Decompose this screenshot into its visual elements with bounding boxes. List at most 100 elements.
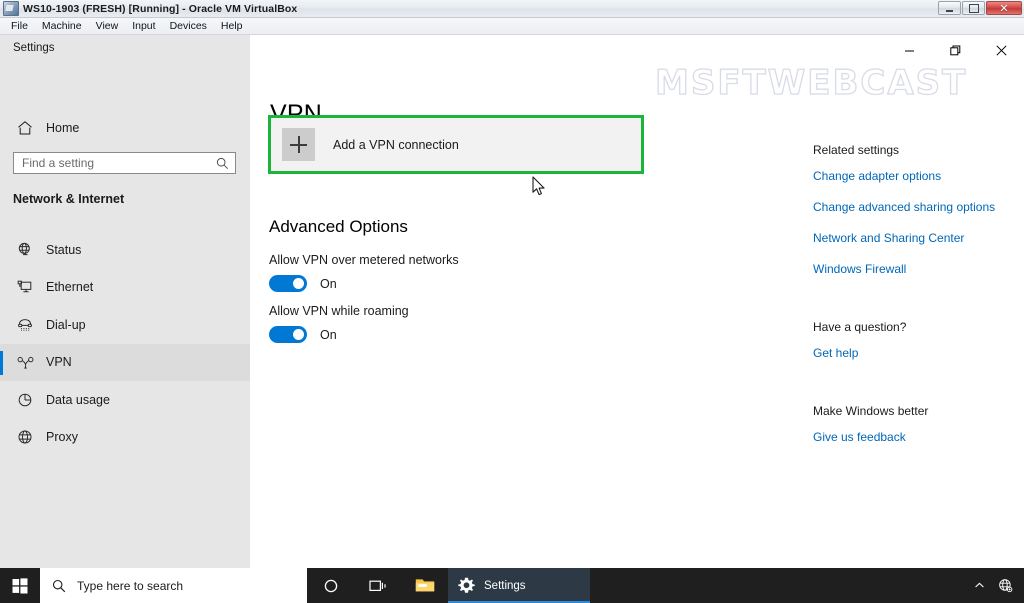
add-vpn-connection-button[interactable]: Add a VPN connection bbox=[271, 118, 641, 171]
settings-app-window: Settings Home Find a setting Network & I… bbox=[0, 35, 1024, 568]
make-windows-better-heading: Make Windows better bbox=[813, 404, 929, 418]
guest-desktop: Settings Home Find a setting Network & I… bbox=[0, 35, 1024, 603]
sidebar-item-vpn-label: VPN bbox=[46, 355, 72, 370]
sidebar-item-data-usage-label: Data usage bbox=[46, 392, 110, 407]
restore-icon bbox=[949, 45, 960, 55]
vbox-menu-input[interactable]: Input bbox=[125, 19, 162, 33]
dialup-phone-icon bbox=[14, 317, 36, 333]
toggle-group-metered: Allow VPN over metered networks On bbox=[269, 253, 459, 292]
start-button[interactable] bbox=[0, 568, 40, 603]
related-settings-column: Related settings Change adapter options … bbox=[813, 143, 1013, 461]
settings-minimize-button[interactable] bbox=[886, 35, 932, 65]
vbox-maximize-button[interactable] bbox=[962, 1, 985, 15]
toggle-knob bbox=[293, 329, 304, 340]
vbox-minimize-button[interactable] bbox=[938, 1, 961, 15]
maximize-icon bbox=[968, 3, 979, 13]
virtualbox-window: WS10-1903 (FRESH) [Running] - Oracle VM … bbox=[0, 0, 1024, 603]
vbox-menu-file[interactable]: File bbox=[4, 19, 35, 33]
vbox-menu-devices[interactable]: Devices bbox=[163, 19, 214, 33]
sidebar-nav-list: Status Ethernet Dial-up VPN Data usage P… bbox=[0, 231, 250, 456]
search-icon bbox=[216, 157, 229, 170]
sidebar-item-ethernet-label: Ethernet bbox=[46, 280, 94, 295]
link-change-advanced-sharing[interactable]: Change advanced sharing options bbox=[813, 200, 1013, 214]
link-give-us-feedback[interactable]: Give us feedback bbox=[813, 430, 1013, 444]
vbox-close-button[interactable]: ✕ bbox=[986, 1, 1022, 15]
toggle-label-roaming: Allow VPN while roaming bbox=[269, 304, 409, 318]
cortana-circle-icon bbox=[324, 579, 337, 592]
taskbar-search-box[interactable]: Type here to search bbox=[40, 568, 307, 603]
watermark-text: MSFTWEBCAST bbox=[654, 62, 968, 103]
add-vpn-connection-label: Add a VPN connection bbox=[333, 137, 459, 152]
link-windows-firewall[interactable]: Windows Firewall bbox=[813, 262, 1013, 276]
search-icon bbox=[52, 579, 66, 593]
settings-nav-header: Settings bbox=[13, 42, 55, 54]
toggle-vpn-roaming[interactable] bbox=[269, 326, 307, 343]
task-view-icon bbox=[368, 580, 386, 591]
ethernet-icon bbox=[14, 279, 36, 295]
virtualbox-icon bbox=[3, 1, 19, 16]
advanced-options-heading: Advanced Options bbox=[269, 217, 408, 236]
sidebar-item-dial-up-label: Dial-up bbox=[46, 317, 86, 332]
toggle-row-metered: On bbox=[269, 275, 459, 292]
windows-start-icon bbox=[12, 577, 28, 593]
toggle-state-metered: On bbox=[320, 276, 337, 291]
file-explorer-button[interactable] bbox=[401, 568, 448, 603]
network-status-button[interactable] bbox=[992, 568, 1018, 603]
nav-section-title: Network & Internet bbox=[13, 192, 125, 206]
toggle-group-roaming: Allow VPN while roaming On bbox=[269, 304, 409, 343]
link-get-help[interactable]: Get help bbox=[813, 346, 1013, 360]
search-box[interactable] bbox=[13, 152, 236, 174]
status-globe-icon bbox=[14, 242, 36, 258]
toggle-state-roaming: On bbox=[320, 327, 337, 342]
link-change-adapter-options[interactable]: Change adapter options bbox=[813, 169, 1013, 183]
settings-nav-pane: Settings Home Find a setting Network & I… bbox=[0, 35, 250, 568]
taskbar-item-settings[interactable]: Settings bbox=[448, 568, 590, 603]
system-tray bbox=[966, 568, 1024, 603]
vbox-titlebar: WS10-1903 (FRESH) [Running] - Oracle VM … bbox=[0, 0, 1024, 18]
settings-window-controls bbox=[886, 35, 1024, 67]
sidebar-item-ethernet[interactable]: Ethernet bbox=[0, 269, 250, 307]
task-view-button[interactable] bbox=[354, 568, 401, 603]
close-icon: ✕ bbox=[999, 1, 1009, 15]
sidebar-item-status[interactable]: Status bbox=[0, 231, 250, 269]
settings-content-pane: MSFTWEBCAST VPN Add a VPN connection Adv… bbox=[250, 35, 1024, 568]
pie-chart-icon bbox=[14, 392, 36, 408]
minimize-icon bbox=[946, 9, 953, 12]
settings-close-button[interactable] bbox=[978, 35, 1024, 65]
vbox-window-title: WS10-1903 (FRESH) [Running] - Oracle VM … bbox=[23, 2, 298, 15]
toggle-metered-networks[interactable] bbox=[269, 275, 307, 292]
vbox-menu-help[interactable]: Help bbox=[214, 19, 250, 33]
sidebar-item-status-label: Status bbox=[46, 242, 82, 257]
search-input[interactable] bbox=[14, 154, 212, 172]
minimize-icon bbox=[904, 50, 914, 51]
windows-taskbar: Type here to search Settings bbox=[0, 568, 1024, 603]
plus-icon bbox=[282, 128, 315, 161]
taskbar-item-settings-label: Settings bbox=[484, 579, 526, 592]
globe-icon bbox=[14, 429, 36, 445]
file-explorer-icon bbox=[415, 579, 434, 592]
vpn-icon bbox=[14, 355, 36, 370]
related-settings-heading: Related settings bbox=[813, 143, 900, 157]
chevron-up-icon bbox=[974, 582, 984, 588]
sidebar-item-home[interactable]: Home bbox=[0, 113, 250, 143]
settings-restore-button[interactable] bbox=[932, 35, 978, 65]
gear-icon bbox=[458, 577, 475, 593]
sidebar-item-proxy[interactable]: Proxy bbox=[0, 419, 250, 457]
sidebar-item-home-label: Home bbox=[46, 121, 80, 135]
sidebar-item-data-usage[interactable]: Data usage bbox=[0, 381, 250, 419]
network-globe-icon bbox=[998, 579, 1012, 593]
have-a-question-heading: Have a question? bbox=[813, 320, 907, 334]
sidebar-item-vpn[interactable]: VPN bbox=[0, 343, 250, 381]
toggle-knob bbox=[293, 278, 304, 289]
vbox-menu-machine[interactable]: Machine bbox=[35, 19, 89, 33]
sidebar-item-dial-up[interactable]: Dial-up bbox=[0, 306, 250, 344]
vbox-window-controls: ✕ bbox=[938, 1, 1022, 15]
link-network-sharing-center[interactable]: Network and Sharing Center bbox=[813, 231, 1013, 245]
home-icon bbox=[14, 120, 36, 136]
vbox-menu-view[interactable]: View bbox=[89, 19, 126, 33]
toggle-row-roaming: On bbox=[269, 326, 409, 343]
mouse-cursor bbox=[532, 176, 547, 202]
vbox-menubar: File Machine View Input Devices Help bbox=[0, 18, 1024, 35]
cortana-button[interactable] bbox=[307, 568, 354, 603]
show-hidden-icons-button[interactable] bbox=[966, 568, 992, 603]
